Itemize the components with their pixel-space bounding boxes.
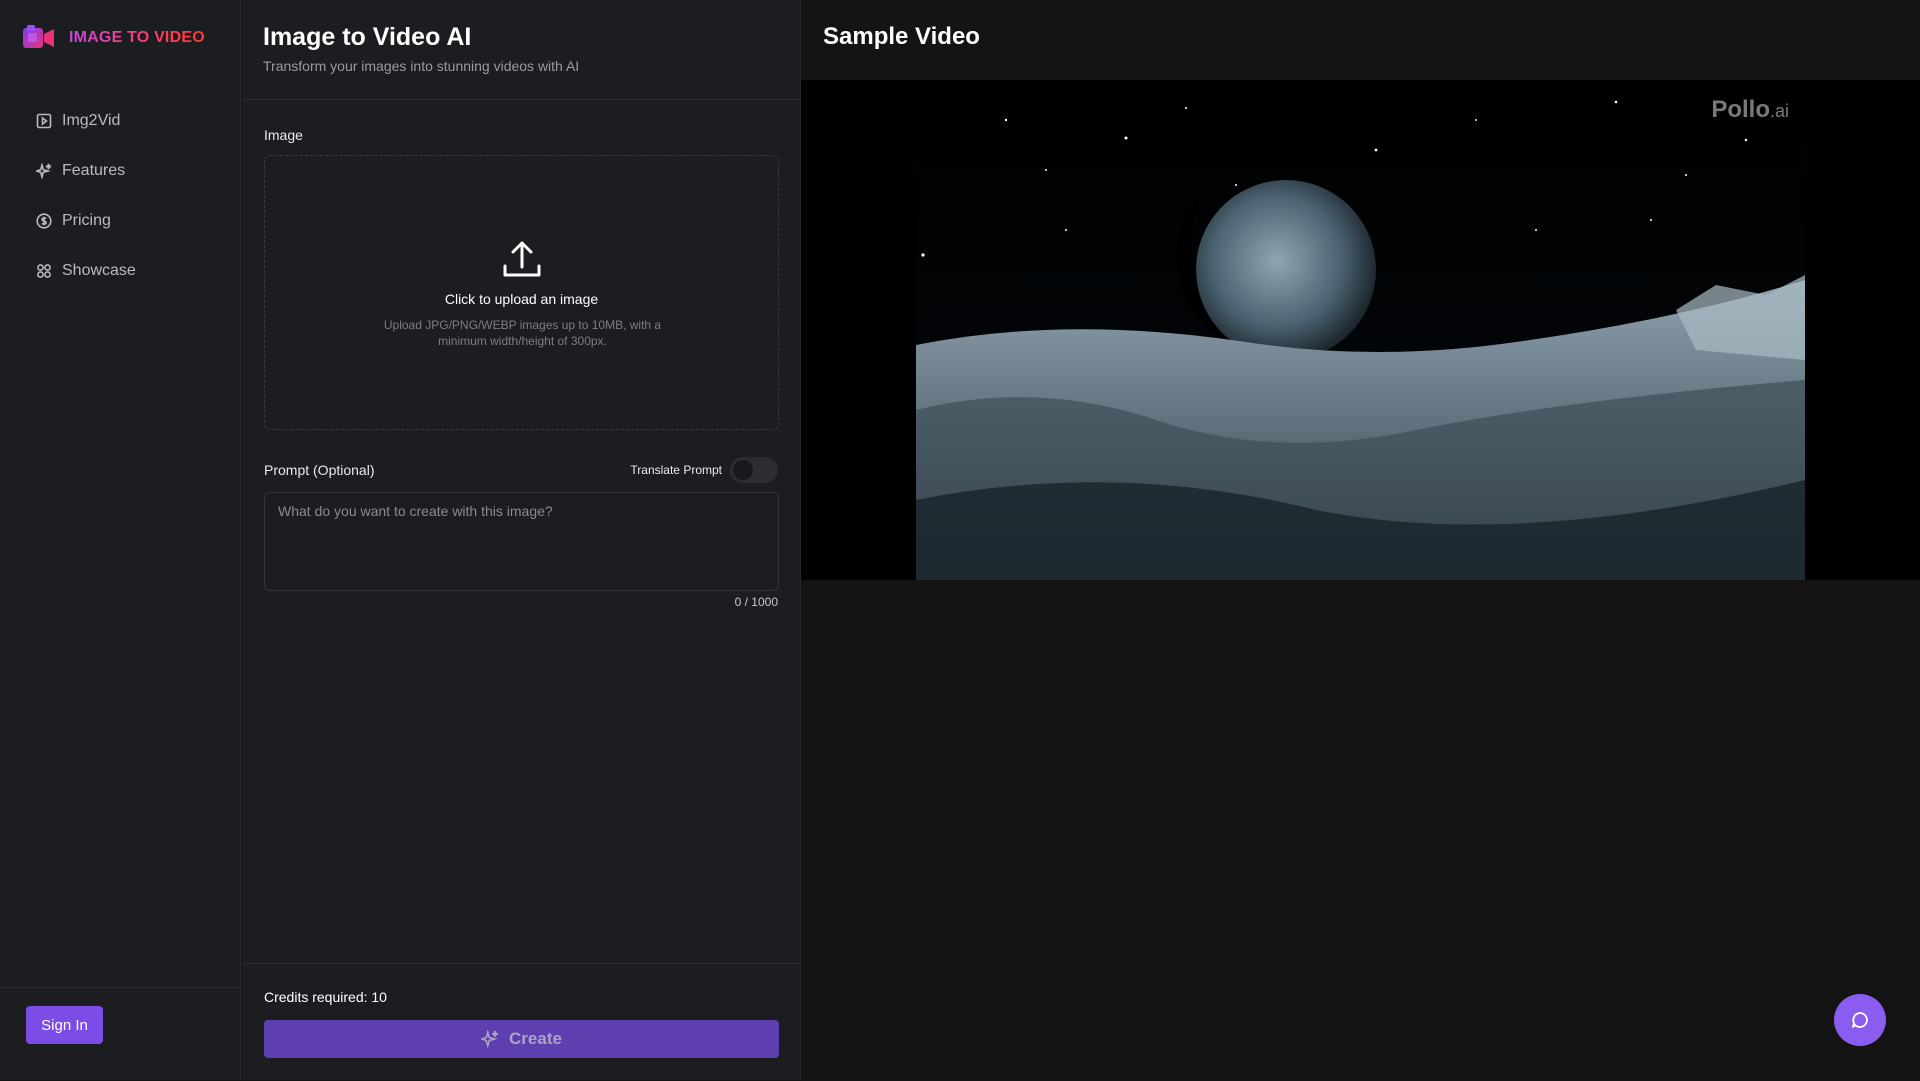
brand[interactable]: IMAGE TO VIDEO: [22, 24, 205, 52]
upload-hint: Upload JPG/PNG/WEBP images up to 10MB, w…: [383, 318, 662, 348]
sparkles-icon: [481, 1030, 499, 1048]
video-watermark: Pollo.ai: [1711, 96, 1789, 124]
image-upload-dropzone[interactable]: Click to upload an image Upload JPG/PNG/…: [264, 155, 779, 430]
panel-footer: Credits required: 10 Create: [242, 963, 801, 1081]
brand-name: IMAGE TO VIDEO: [69, 29, 205, 46]
play-square-icon: [36, 113, 52, 129]
dollar-circle-icon: [36, 213, 52, 229]
create-button[interactable]: Create: [264, 1020, 779, 1058]
watermark-main: Pollo: [1711, 96, 1770, 123]
video-camera-logo-icon: [23, 25, 54, 48]
prompt-label: Prompt (Optional): [264, 462, 375, 478]
sidebar-item-label: Features: [62, 162, 126, 179]
sample-video[interactable]: Pollo.ai: [916, 80, 1805, 580]
image-label: Image: [264, 127, 303, 143]
sample-video-title: Sample Video: [823, 23, 980, 50]
sidebar-item-showcase[interactable]: Showcase: [0, 246, 240, 296]
translate-prompt-toggle[interactable]: [730, 457, 778, 483]
video-player: Pollo.ai: [801, 80, 1920, 580]
sign-in-button[interactable]: Sign In: [26, 1006, 103, 1044]
panel-header: Image to Video AI Transform your images …: [242, 0, 801, 100]
page-title: Image to Video AI: [263, 23, 472, 51]
upload-title: Click to upload an image: [444, 291, 599, 307]
grid-icon: [37, 264, 51, 278]
sample-video-panel: Sample Video Pollo.ai: [801, 0, 1920, 1080]
sidebar-item-label: Img2Vid: [62, 112, 121, 129]
generator-panel: Image to Video AI Transform your images …: [242, 0, 801, 1080]
sidebar: IMAGE TO VIDEO Img2Vid Features Pricing …: [0, 0, 241, 1080]
create-button-label: Create: [509, 1029, 562, 1048]
sidebar-item-pricing[interactable]: Pricing: [0, 196, 240, 246]
sidebar-item-label: Showcase: [62, 262, 136, 279]
watermark-suffix: .ai: [1769, 101, 1789, 121]
prompt-char-counter: 0 / 1000: [734, 595, 778, 609]
page-subtitle: Transform your images into stunning vide…: [263, 58, 580, 74]
credits-required: Credits required: 10: [264, 989, 387, 1005]
toggle-knob: [733, 460, 753, 480]
sidebar-item-features[interactable]: Features: [0, 146, 240, 196]
prompt-input[interactable]: [264, 492, 779, 591]
translate-prompt-label: Translate Prompt: [630, 463, 722, 477]
sidebar-item-img2vid[interactable]: Img2Vid: [0, 96, 240, 146]
sidebar-footer: Sign In: [0, 987, 240, 1080]
chat-button[interactable]: [1834, 994, 1886, 1046]
translate-prompt: Translate Prompt: [630, 457, 778, 483]
sparkles-icon: [36, 163, 52, 179]
sidebar-nav: Img2Vid Features Pricing Showcase: [0, 96, 240, 296]
chat-bubble-icon: [1852, 1012, 1868, 1028]
sidebar-item-label: Pricing: [62, 212, 111, 229]
upload-icon: [503, 241, 541, 277]
moon-landscape-image: [916, 80, 1805, 580]
